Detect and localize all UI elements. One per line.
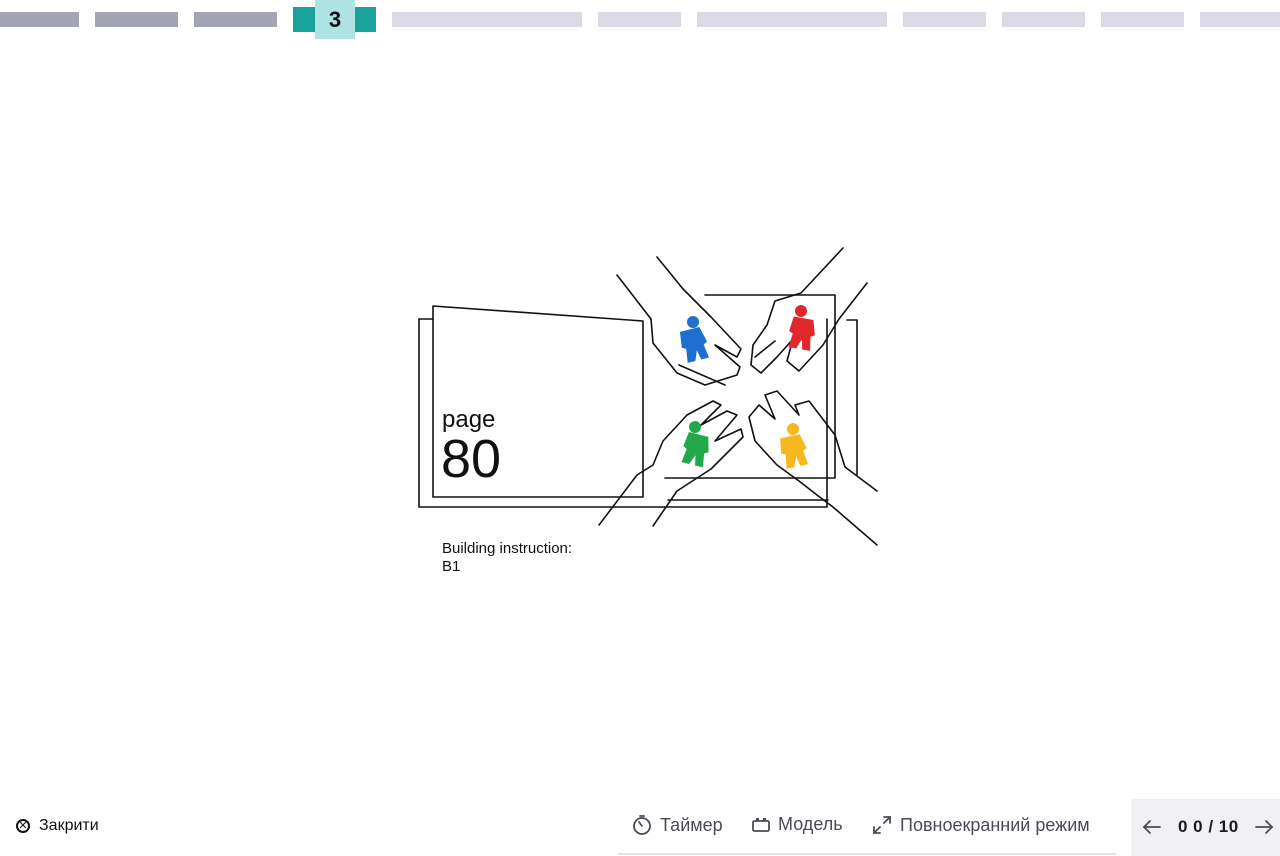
close-label: Закрити <box>39 817 99 834</box>
yellow-minifig <box>780 423 809 469</box>
caption-line-2: B1 <box>442 558 461 575</box>
slide-toolbar: Таймер Модель Повноекранний режим <box>618 799 1116 855</box>
blue-minifig <box>679 316 709 363</box>
building-instruction-caption: Building instruction: B1 <box>442 540 572 576</box>
step-2[interactable] <box>95 12 178 27</box>
slide-navigation: 0 0 / 10 <box>1131 799 1280 856</box>
arrow-right-icon[interactable] <box>1253 817 1275 837</box>
timer-button[interactable]: Таймер <box>631 814 723 836</box>
caption-line-1: Building instruction: <box>442 540 573 557</box>
step-3-prev[interactable] <box>194 12 277 27</box>
page-number: 80 <box>441 429 502 489</box>
slide-illustration <box>415 245 885 546</box>
step-6[interactable] <box>598 12 681 27</box>
current-step-number: 3 <box>315 0 355 39</box>
red-minifig <box>788 305 815 351</box>
timer-icon <box>633 815 651 835</box>
step-5[interactable] <box>392 12 582 27</box>
step-10[interactable] <box>1101 12 1184 27</box>
step-11[interactable] <box>1200 12 1280 27</box>
slide-counter: 0 0 / 10 <box>1178 817 1239 836</box>
close-button[interactable]: ✕ Закрити <box>16 812 99 840</box>
brick-icon <box>752 817 770 832</box>
step-1[interactable] <box>0 12 79 27</box>
lesson-stepper: 3 <box>0 0 1280 40</box>
step-7[interactable] <box>697 12 887 27</box>
fullscreen-label: Повноекранний режим <box>900 814 1090 835</box>
book-and-hands-drawing <box>418 247 878 546</box>
arrow-left-icon[interactable] <box>1141 817 1163 837</box>
step-8[interactable] <box>903 12 986 27</box>
step-9[interactable] <box>1002 12 1085 27</box>
step-current[interactable]: 3 <box>293 0 376 39</box>
close-circle-icon: ✕ <box>16 819 30 833</box>
model-label: Модель <box>778 814 843 834</box>
green-minifig <box>681 421 709 468</box>
timer-label: Таймер <box>660 814 723 835</box>
model-button[interactable]: Модель <box>751 814 843 835</box>
fullscreen-button[interactable]: Повноекранний режим <box>871 814 1090 836</box>
expand-icon <box>873 816 891 834</box>
